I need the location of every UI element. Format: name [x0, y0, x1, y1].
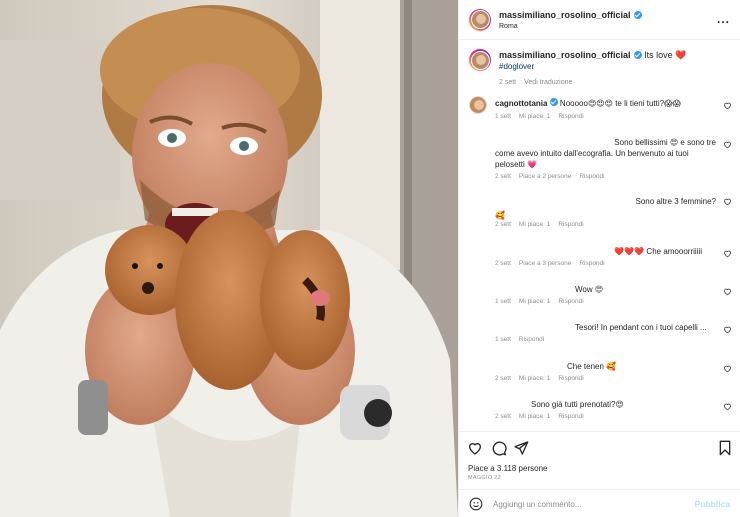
- comment-text-line-1: Sono altre 3 femmine?: [635, 197, 717, 206]
- caption-hashtag[interactable]: #doglover: [499, 61, 686, 73]
- comment-verified-icon: [549, 98, 558, 106]
- comment-username[interactable]: cagnottotania: [495, 99, 547, 108]
- comment-like-heart-icon[interactable]: [723, 287, 732, 296]
- caption-body: massimiliano_rosolino_official Its love …: [499, 49, 686, 89]
- comment-reply-button[interactable]: Rispondi: [558, 375, 583, 382]
- comment-meta: 2 sett Piace a 2 persone Rispondi: [495, 173, 605, 180]
- comment-likes[interactable]: Mi piace: 1: [519, 113, 550, 120]
- comment-input[interactable]: Aggiungi un commento...: [493, 500, 695, 509]
- comment-like-heart-icon[interactable]: [723, 197, 732, 206]
- more-options-icon[interactable]: ...: [717, 12, 730, 26]
- comment-item: Tesori! In pendant con i tuoi capelli ..…: [459, 322, 740, 348]
- comments-scroll-area[interactable]: massimiliano_rosolino_official Its love …: [459, 41, 740, 431]
- comment-text: Wow 😍: [575, 285, 604, 294]
- caption-verified-icon: [633, 51, 642, 59]
- comment-like-heart-icon[interactable]: [723, 101, 732, 110]
- share-send-icon[interactable]: [513, 440, 529, 456]
- caption-username[interactable]: massimiliano_rosolino_official: [499, 49, 631, 61]
- post-header: massimiliano_rosolino_official Roma ...: [459, 0, 740, 40]
- comment-item: cagnottotania Nooooo😍😍😍 te li tieni tutt…: [459, 96, 740, 126]
- comment-likes[interactable]: Piace a 2 persone: [519, 173, 571, 180]
- comment-text-row: cagnottotania Nooooo😍😍😍 te li tieni tutt…: [495, 98, 716, 109]
- comment-text: ❤️❤️❤️ Che amooorriiiii: [614, 247, 702, 256]
- instagram-post-modal: massimiliano_rosolino_official Roma ... …: [0, 0, 740, 517]
- comment-text: Tesori! In pendant con i tuoi capelli ..…: [575, 323, 707, 332]
- like-heart-icon[interactable]: [467, 440, 483, 456]
- post-date: MAGGIO 22: [468, 475, 501, 481]
- comment-meta: 2 sett Mi piace: 1 Rispondi: [495, 221, 584, 228]
- comment-meta: 1 sett Mi piace: 1 Rispondi: [495, 298, 584, 305]
- post-photo[interactable]: [0, 0, 458, 517]
- comment-likes[interactable]: Piace a 3 persone: [519, 260, 571, 267]
- comment-reply-button[interactable]: Rispondi: [558, 221, 583, 228]
- comment-likes[interactable]: Mi piace: 1: [519, 413, 550, 420]
- author-info: massimiliano_rosolino_official Roma: [499, 8, 642, 32]
- comment-item: Sono già tutti prenotati?😍 2 sett Mi pia…: [459, 399, 740, 425]
- comment-like-heart-icon[interactable]: [723, 249, 732, 258]
- comment-reply-button[interactable]: Rispondi: [558, 298, 583, 305]
- comment-meta: 2 sett Mi piace: 1 Rispondi: [495, 375, 584, 382]
- comment-time[interactable]: 1 sett: [495, 298, 511, 305]
- comment-like-heart-icon[interactable]: [723, 325, 732, 334]
- comment-item: Sono altre 3 femmine? 🥰 2 sett Mi piace:…: [459, 196, 740, 232]
- add-comment-bar: Aggiungi un commento... Pubblica: [459, 489, 740, 517]
- comment-meta: 1 sett Mi piace: 1 Rispondi: [495, 113, 584, 120]
- comment-reply-button[interactable]: Rispondi: [579, 173, 604, 180]
- comment-meta: 2 sett Piace a 3 persone Rispondi: [495, 260, 605, 267]
- comment-like-heart-icon[interactable]: [723, 364, 732, 373]
- comment-reply-button[interactable]: Rispondi: [558, 413, 583, 420]
- comment-text-line-2: come avevo intuito dall'ecografia. Un be…: [495, 149, 689, 158]
- comment-like-heart-icon[interactable]: [723, 140, 732, 149]
- comment-text-line-1: Sono bellissimi 😍 e sono tre: [614, 138, 716, 147]
- comment-text-line-2: 🥰: [495, 211, 505, 220]
- post-actions-section: Piace a 3.118 persone MAGGIO 22 Aggiungi…: [459, 431, 740, 517]
- comment-likes[interactable]: Mi piace: 1: [519, 298, 550, 305]
- verified-badge-icon: [633, 11, 642, 19]
- comment-item: Sono bellissimi 😍 e sono tre come avevo …: [459, 137, 740, 185]
- comment-likes[interactable]: Mi piace: 1: [519, 375, 550, 382]
- comment-meta: 1 sett Rispondi: [495, 336, 544, 343]
- comment-item: Wow 😍 1 sett Mi piace: 1 Rispondi: [459, 284, 740, 310]
- comment-like-heart-icon[interactable]: [723, 402, 732, 411]
- comment-reply-button[interactable]: Rispondi: [579, 260, 604, 267]
- comment-avatar[interactable]: [469, 96, 487, 114]
- comment-meta: 2 sett Mi piace: 1 Rispondi: [495, 413, 584, 420]
- caption-time[interactable]: 2 sett: [499, 77, 516, 89]
- comment-time[interactable]: 1 sett: [495, 336, 511, 343]
- comment-item: Che tenen 🥰 2 sett Mi piace: 1 Rispondi: [459, 361, 740, 387]
- comment-time[interactable]: 1 sett: [495, 113, 511, 120]
- comment-text: Nooooo😍😍😍 te li tieni tutti?😱😱: [559, 99, 681, 108]
- comment-text-line-3: pelosetti 💗: [495, 160, 537, 169]
- comment-reply-button[interactable]: Rispondi: [558, 113, 583, 120]
- publish-button[interactable]: Pubblica: [695, 499, 730, 509]
- caption-meta: 2 sett Vedi traduzione: [499, 77, 686, 89]
- post-side-panel: massimiliano_rosolino_official Roma ... …: [458, 0, 740, 517]
- caption-author-avatar[interactable]: [469, 49, 491, 71]
- author-avatar[interactable]: [469, 8, 491, 31]
- translate-link[interactable]: Vedi traduzione: [524, 77, 572, 89]
- post-location[interactable]: Roma: [499, 21, 642, 32]
- comment-time[interactable]: 2 sett: [495, 260, 511, 267]
- comment-bubble-icon[interactable]: [491, 440, 507, 456]
- comment-time[interactable]: 2 sett: [495, 413, 511, 420]
- caption-username-row: massimiliano_rosolino_official: [499, 49, 642, 61]
- author-username-row: massimiliano_rosolino_official: [499, 10, 642, 21]
- comment-text: Sono già tutti prenotati?😍: [531, 400, 624, 409]
- author-username[interactable]: massimiliano_rosolino_official: [499, 10, 631, 21]
- comment-time[interactable]: 2 sett: [495, 221, 511, 228]
- likes-count[interactable]: Piace a 3.118 persone: [468, 464, 547, 473]
- comment-reply-button[interactable]: Rispondi: [519, 336, 544, 343]
- action-icons-row: [467, 440, 732, 458]
- comment-likes[interactable]: Mi piace: 1: [519, 221, 550, 228]
- comment-item: ❤️❤️❤️ Che amooorriiiii 2 sett Piace a 3…: [459, 246, 740, 272]
- save-bookmark-icon[interactable]: [718, 440, 732, 456]
- comment-time[interactable]: 2 sett: [495, 375, 511, 382]
- photo-illustration: [0, 0, 458, 517]
- emoji-smiley-icon[interactable]: [469, 497, 483, 511]
- post-caption: massimiliano_rosolino_official Its love …: [459, 41, 740, 93]
- comment-time[interactable]: 2 sett: [495, 173, 511, 180]
- comment-text: Che tenen 🥰: [567, 362, 617, 371]
- caption-text: Its love ❤️: [644, 50, 687, 60]
